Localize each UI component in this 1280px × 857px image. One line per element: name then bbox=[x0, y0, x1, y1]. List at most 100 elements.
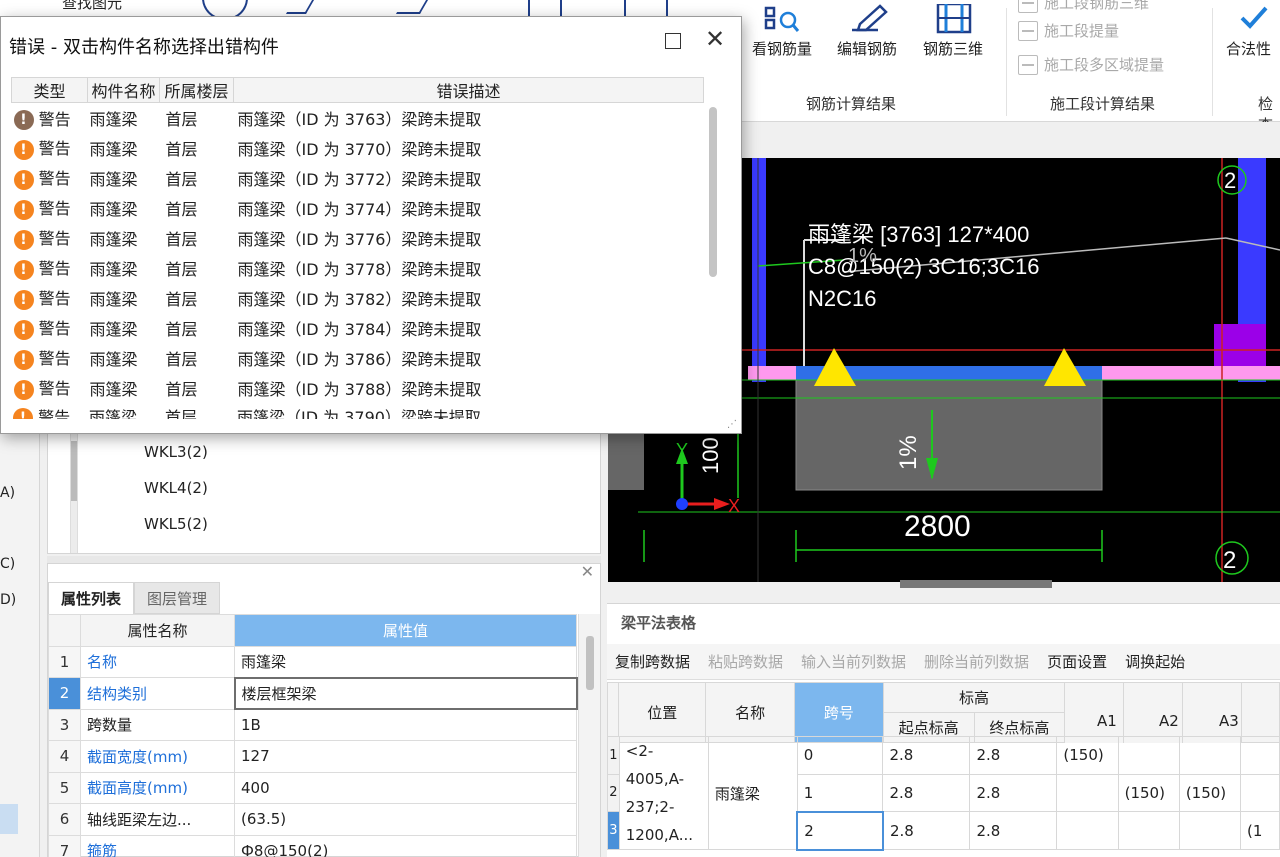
error-row[interactable]: ! 警告 雨篷梁 首层 雨篷梁（ID 为 3774）梁跨未提取 bbox=[12, 193, 704, 223]
span-cell[interactable]: 1 bbox=[796, 773, 884, 813]
error-component-name[interactable]: 雨篷梁 bbox=[88, 163, 160, 193]
span-cell-active[interactable]: 2 bbox=[796, 810, 884, 851]
property-value[interactable]: 雨篷梁 bbox=[234, 645, 577, 678]
left-strip-selected-item[interactable] bbox=[0, 804, 18, 834]
tree-item[interactable]: WKL3(2) bbox=[144, 443, 208, 461]
ribbon-partial-icon-2[interactable] bbox=[285, 0, 315, 14]
a3-cell[interactable] bbox=[1178, 736, 1242, 775]
error-component-name[interactable]: 雨篷梁 bbox=[87, 407, 159, 419]
table-row[interactable]: 1 <2-4005,A-237;2-1200,A... 雨篷梁 0 2.8 2.… bbox=[607, 736, 1280, 850]
error-component-name[interactable]: 雨篷梁 bbox=[88, 103, 160, 133]
a4-cell[interactable] bbox=[1240, 773, 1280, 813]
property-value-editing[interactable]: 楼层框架梁 bbox=[233, 676, 578, 710]
a2-cell[interactable] bbox=[1117, 736, 1180, 775]
a4-cell[interactable]: (1 bbox=[1240, 811, 1280, 850]
error-component-name[interactable]: 雨篷梁 bbox=[88, 343, 160, 373]
error-component-name[interactable]: 雨篷梁 bbox=[88, 253, 160, 283]
error-type: 警告 bbox=[38, 289, 71, 309]
property-value[interactable]: 400 bbox=[234, 771, 577, 804]
dialog-vertical-scrollbar[interactable] bbox=[707, 101, 721, 419]
tree-vertical-scrollbar[interactable] bbox=[70, 431, 78, 553]
column-header-floor[interactable]: 所属楼层 bbox=[159, 77, 234, 103]
property-value[interactable]: Ф8@150(2) bbox=[234, 834, 577, 857]
column-header-description[interactable]: 错误描述 bbox=[233, 77, 704, 103]
span-cell[interactable]: 0 bbox=[796, 736, 884, 775]
close-icon[interactable]: ✕ bbox=[581, 562, 594, 581]
column-header-span[interactable]: 跨号 bbox=[794, 682, 884, 743]
error-component-name[interactable]: 雨篷梁 bbox=[88, 223, 160, 253]
segment-multi-area-button[interactable]: 施工段多区域提量 bbox=[1018, 54, 1164, 75]
table-row[interactable]: 1 名称 雨篷梁 bbox=[48, 645, 577, 678]
error-row[interactable]: ! 警告 雨篷梁 首层 雨篷梁（ID 为 3776）梁跨未提取 bbox=[12, 223, 704, 253]
tree-item[interactable]: WKL4(2) bbox=[144, 479, 208, 497]
error-row[interactable]: ! 警告 雨篷梁 首层 雨篷梁（ID 为 3770）梁跨未提取 bbox=[12, 133, 704, 163]
tab-layer-management[interactable]: 图层管理 bbox=[134, 582, 221, 614]
error-row-partial[interactable]: ! 警告 雨篷梁 首层 雨篷梁（ID 为 3790）梁跨未提取 bbox=[11, 407, 707, 419]
end-elevation-cell[interactable]: 2.8 bbox=[969, 773, 1058, 813]
error-component-name[interactable]: 雨篷梁 bbox=[88, 283, 160, 313]
a1-cell[interactable] bbox=[1056, 811, 1119, 850]
table-row[interactable]: 4 截面宽度(mm) 127 bbox=[48, 740, 577, 773]
table-row[interactable]: 6 轴线距梁左边... (63.5) bbox=[48, 803, 577, 836]
a3-cell[interactable]: (150) bbox=[1178, 773, 1242, 813]
error-row[interactable]: ! 警告 雨篷梁 首层 雨篷梁（ID 为 3786）梁跨未提取 bbox=[12, 343, 704, 373]
row-number-header bbox=[606, 682, 620, 743]
input-column-data-button[interactable]: 输入当前列数据 bbox=[801, 651, 906, 672]
edit-rebar-button[interactable]: 编辑钢筋 bbox=[828, 0, 906, 59]
find-element-label[interactable]: 查找图元 bbox=[62, 0, 122, 13]
maximize-icon[interactable] bbox=[665, 33, 681, 49]
error-row[interactable]: ! 警告 雨篷梁 首层 雨篷梁（ID 为 3778）梁跨未提取 bbox=[12, 253, 704, 283]
table-row[interactable]: 7 箍筋 Ф8@150(2) bbox=[48, 834, 577, 857]
start-elevation-cell[interactable]: 2.8 bbox=[882, 773, 971, 813]
a4-cell[interactable] bbox=[1240, 736, 1280, 775]
error-row[interactable]: ! 警告 雨篷梁 首层 雨篷梁（ID 为 3782）梁跨未提取 bbox=[12, 283, 704, 313]
paste-span-data-button[interactable]: 粘贴跨数据 bbox=[708, 651, 783, 672]
view-rebar-quantity-button[interactable]: 看钢筋量 bbox=[744, 0, 820, 59]
rebar-3d-button[interactable]: 钢筋三维 bbox=[914, 0, 992, 59]
segment-quantity-button[interactable]: 施工段提量 bbox=[1018, 20, 1119, 41]
copy-span-data-button[interactable]: 复制跨数据 bbox=[615, 651, 690, 672]
error-component-name[interactable]: 雨篷梁 bbox=[88, 133, 160, 163]
error-row[interactable]: ! 警告 雨篷梁 首层 雨篷梁（ID 为 3788）梁跨未提取 bbox=[12, 373, 704, 403]
error-row[interactable]: ! 警告 雨篷梁 首层 雨篷梁（ID 为 3784）梁跨未提取 bbox=[12, 313, 704, 343]
canvas-splitter-handle[interactable] bbox=[900, 580, 1052, 588]
error-row[interactable]: ! 警告 雨篷梁 首层 雨篷梁（ID 为 3772）梁跨未提取 bbox=[12, 163, 704, 193]
column-header-type[interactable]: 类型 bbox=[11, 77, 88, 103]
page-setup-button[interactable]: 页面设置 bbox=[1047, 651, 1107, 672]
table-row[interactable]: 2 结构类别 楼层框架梁 bbox=[48, 676, 578, 710]
property-value[interactable]: 1B bbox=[234, 708, 577, 741]
swap-start-button[interactable]: 调换起始 bbox=[1125, 651, 1185, 672]
ribbon-partial-icon-3[interactable] bbox=[395, 0, 429, 14]
error-component-name[interactable]: 雨篷梁 bbox=[88, 193, 160, 223]
error-component-name[interactable]: 雨篷梁 bbox=[88, 313, 160, 343]
tree-item[interactable]: WKL5(2) bbox=[144, 515, 208, 533]
close-icon[interactable]: ✕ bbox=[705, 27, 725, 51]
error-floor: 首层 bbox=[165, 349, 198, 369]
property-value[interactable]: 127 bbox=[234, 740, 577, 773]
row-number: 1 bbox=[48, 645, 81, 678]
a1-cell[interactable]: (150) bbox=[1056, 736, 1119, 775]
a2-cell[interactable]: (150) bbox=[1117, 773, 1180, 813]
end-elevation-cell[interactable]: 2.8 bbox=[969, 811, 1058, 850]
segment-rebar-3d-button[interactable]: 施工段钢筋三维 bbox=[1018, 0, 1149, 13]
a2-cell[interactable] bbox=[1117, 811, 1180, 850]
table-row[interactable]: 3 跨数量 1B bbox=[48, 708, 577, 741]
position-cell[interactable]: <2-4005,A-237;2-1200,A... bbox=[618, 736, 709, 850]
delete-column-data-button[interactable]: 删除当前列数据 bbox=[924, 651, 1029, 672]
table-row[interactable]: 5 截面高度(mm) 400 bbox=[48, 771, 577, 804]
property-vertical-scrollbar[interactable] bbox=[578, 614, 600, 857]
end-elevation-cell[interactable]: 2.8 bbox=[969, 736, 1058, 775]
start-elevation-cell[interactable]: 2.8 bbox=[882, 736, 971, 775]
name-cell[interactable]: 雨篷梁 bbox=[707, 736, 798, 850]
error-component-name[interactable]: 雨篷梁 bbox=[88, 373, 160, 403]
resize-grip-icon[interactable]: ⋰ bbox=[727, 419, 739, 431]
start-elevation-cell[interactable]: 2.8 bbox=[882, 811, 971, 850]
tab-property-list[interactable]: 属性列表 bbox=[48, 582, 135, 614]
column-header-name[interactable]: 构件名称 bbox=[87, 77, 160, 103]
property-value[interactable]: (63.5) bbox=[234, 803, 577, 836]
check-validity-button[interactable]: 合法性 bbox=[1226, 0, 1280, 59]
error-row[interactable]: ! 警告 雨篷梁 首层 雨篷梁（ID 为 3763）梁跨未提取 bbox=[12, 103, 704, 133]
a3-cell[interactable] bbox=[1178, 811, 1242, 850]
warning-icon: ! bbox=[13, 289, 34, 310]
a1-cell[interactable] bbox=[1056, 773, 1119, 813]
